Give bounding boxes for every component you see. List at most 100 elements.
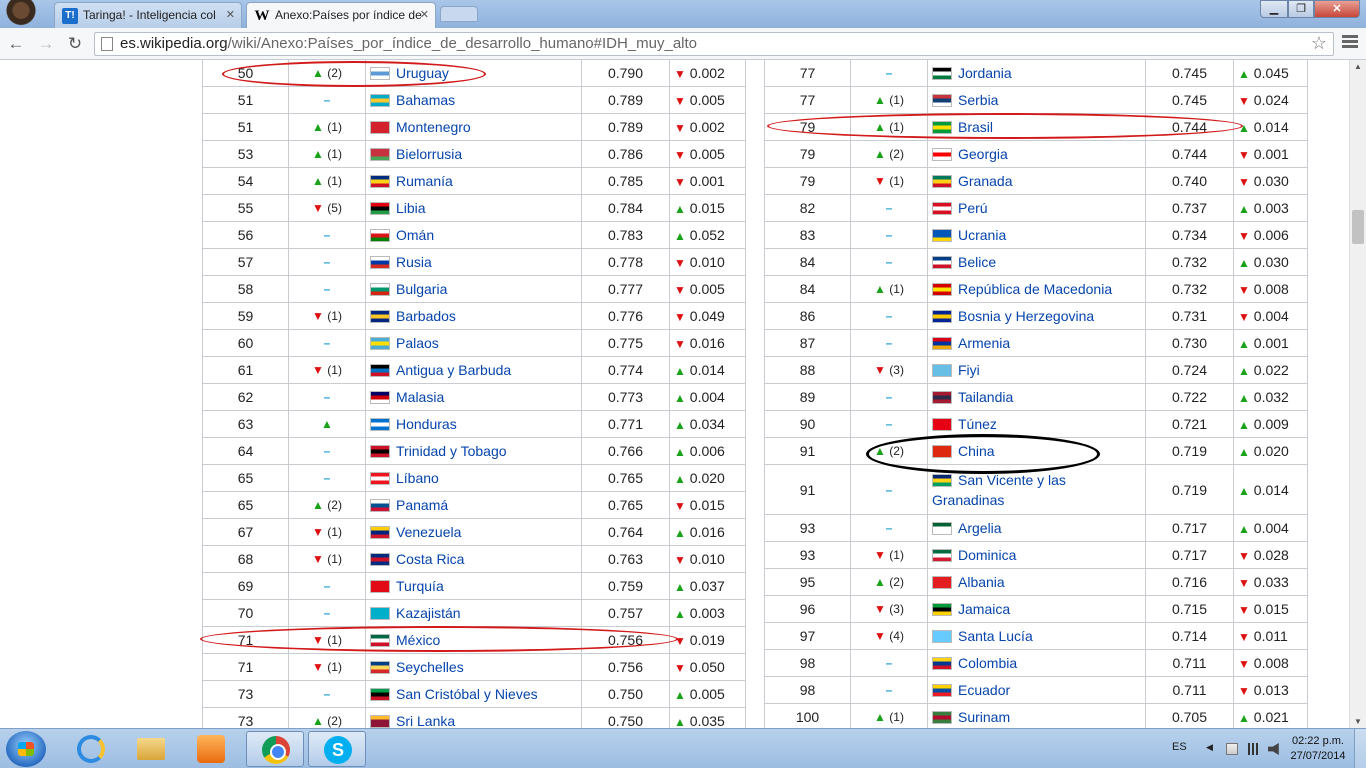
country-link[interactable]: Ecuador <box>958 682 1010 698</box>
country-link[interactable]: Seychelles <box>396 659 464 675</box>
country-flag-icon[interactable] <box>932 684 952 697</box>
country-link[interactable]: Perú <box>958 200 988 216</box>
close-tab-icon[interactable]: ✕ <box>226 8 235 21</box>
country-flag-icon[interactable] <box>932 391 952 404</box>
country-link[interactable]: Malasia <box>396 389 444 405</box>
country-flag-icon[interactable] <box>370 256 390 269</box>
country-flag-icon[interactable] <box>370 175 390 188</box>
country-link[interactable]: Panamá <box>396 497 448 513</box>
tray-expand-icon[interactable]: ◀ <box>1206 742 1218 754</box>
close-tab-icon[interactable]: ✕ <box>420 8 429 21</box>
country-flag-icon[interactable] <box>932 121 952 134</box>
country-flag-icon[interactable] <box>370 580 390 593</box>
scroll-thumb[interactable] <box>1352 210 1364 244</box>
country-flag-icon[interactable] <box>932 364 952 377</box>
country-flag-icon[interactable] <box>370 418 390 431</box>
file-explorer-taskbar-button[interactable] <box>122 731 180 767</box>
country-link[interactable]: Bielorrusia <box>396 146 462 162</box>
country-link[interactable]: Jordania <box>958 65 1012 81</box>
media-player-taskbar-button[interactable] <box>182 731 240 767</box>
country-link[interactable]: Bulgaria <box>396 281 447 297</box>
country-flag-icon[interactable] <box>370 472 390 485</box>
country-flag-icon[interactable] <box>370 661 390 674</box>
scroll-down-arrow-icon[interactable]: ▼ <box>1354 717 1362 726</box>
forward-arrow-icon[interactable]: → <box>36 34 56 54</box>
language-indicator[interactable]: ES <box>1172 741 1187 753</box>
country-link[interactable]: Ucrania <box>958 227 1006 243</box>
country-link[interactable]: Santa Lucía <box>958 628 1033 644</box>
skype-taskbar-button[interactable]: S <box>308 731 366 767</box>
country-flag-icon[interactable] <box>370 553 390 566</box>
country-link[interactable]: Honduras <box>396 416 457 432</box>
country-link[interactable]: Montenegro <box>396 119 471 135</box>
country-link[interactable]: San Cristóbal y Nieves <box>396 686 538 702</box>
country-link[interactable]: Albania <box>958 574 1005 590</box>
country-link[interactable]: Libia <box>396 200 426 216</box>
tab-wikipedia[interactable]: W Anexo:Países por índice de ✕ <box>246 2 436 28</box>
country-flag-icon[interactable] <box>370 445 390 458</box>
bookmark-star-icon[interactable]: ☆ <box>1311 33 1327 54</box>
country-link[interactable]: Serbia <box>958 92 998 108</box>
country-flag-icon[interactable] <box>370 526 390 539</box>
start-button[interactable] <box>6 731 46 767</box>
country-flag-icon[interactable] <box>370 121 390 134</box>
country-link[interactable]: Omán <box>396 227 434 243</box>
country-flag-icon[interactable] <box>932 473 952 487</box>
reload-icon[interactable]: ↻ <box>65 34 85 54</box>
action-center-flag-icon[interactable] <box>1226 743 1238 755</box>
country-flag-icon[interactable] <box>932 94 952 107</box>
country-flag-icon[interactable] <box>932 657 952 670</box>
country-flag-icon[interactable] <box>932 229 952 242</box>
country-flag-icon[interactable] <box>370 499 390 512</box>
country-link[interactable]: China <box>958 443 995 459</box>
scroll-up-arrow-icon[interactable]: ▲ <box>1354 62 1362 71</box>
network-signal-icon[interactable] <box>1248 743 1260 755</box>
country-flag-icon[interactable] <box>370 229 390 242</box>
country-link[interactable]: Túnez <box>958 416 997 432</box>
maximize-button[interactable]: ❐ <box>1288 0 1314 18</box>
country-link[interactable]: Trinidad y Tobago <box>396 443 507 459</box>
country-flag-icon[interactable] <box>932 549 952 562</box>
country-flag-icon[interactable] <box>932 175 952 188</box>
country-flag-icon[interactable] <box>932 576 952 589</box>
country-link[interactable]: Argelia <box>958 520 1002 536</box>
chrome-taskbar-button[interactable] <box>246 731 304 767</box>
country-link[interactable]: Rumanía <box>396 173 453 189</box>
country-flag-icon[interactable] <box>370 688 390 701</box>
country-flag-icon[interactable] <box>932 283 952 296</box>
country-link[interactable]: Costa Rica <box>396 551 464 567</box>
country-flag-icon[interactable] <box>932 711 952 724</box>
country-flag-icon[interactable] <box>370 364 390 377</box>
country-link[interactable]: República de Macedonia <box>958 281 1112 297</box>
country-link[interactable]: México <box>396 632 440 648</box>
country-flag-icon[interactable] <box>932 67 952 80</box>
minimize-button[interactable]: ▁ <box>1260 0 1288 18</box>
country-link[interactable]: Jamaica <box>958 601 1010 617</box>
country-link[interactable]: Uruguay <box>396 65 449 81</box>
country-link[interactable]: Tailandia <box>958 389 1013 405</box>
country-flag-icon[interactable] <box>370 715 390 728</box>
country-flag-icon[interactable] <box>932 256 952 269</box>
country-flag-icon[interactable] <box>370 337 390 350</box>
country-link[interactable]: San Vicente y las Granadinas <box>932 472 1066 508</box>
country-flag-icon[interactable] <box>932 148 952 161</box>
volume-icon[interactable] <box>1268 743 1279 755</box>
chrome-menu-icon[interactable] <box>1342 35 1358 50</box>
country-flag-icon[interactable] <box>370 391 390 404</box>
show-desktop-button[interactable] <box>1354 729 1366 768</box>
country-link[interactable]: Fiyi <box>958 362 980 378</box>
country-flag-icon[interactable] <box>370 607 390 620</box>
system-clock[interactable]: 02:22 p.m. 27/07/2014 <box>1286 734 1350 764</box>
back-arrow-icon[interactable]: ← <box>6 34 26 54</box>
country-flag-icon[interactable] <box>932 603 952 616</box>
internet-explorer-taskbar-button[interactable] <box>62 731 120 767</box>
close-window-button[interactable]: ✕ <box>1314 0 1360 18</box>
country-link[interactable]: Dominica <box>958 547 1016 563</box>
country-link[interactable]: Líbano <box>396 470 439 486</box>
country-flag-icon[interactable] <box>370 94 390 107</box>
country-flag-icon[interactable] <box>932 310 952 323</box>
address-bar[interactable]: es.wikipedia.org/wiki/Anexo:Países_por_í… <box>94 32 1334 56</box>
country-link[interactable]: Turquía <box>396 578 444 594</box>
country-flag-icon[interactable] <box>932 630 952 643</box>
country-link[interactable]: Antigua y Barbuda <box>396 362 511 378</box>
